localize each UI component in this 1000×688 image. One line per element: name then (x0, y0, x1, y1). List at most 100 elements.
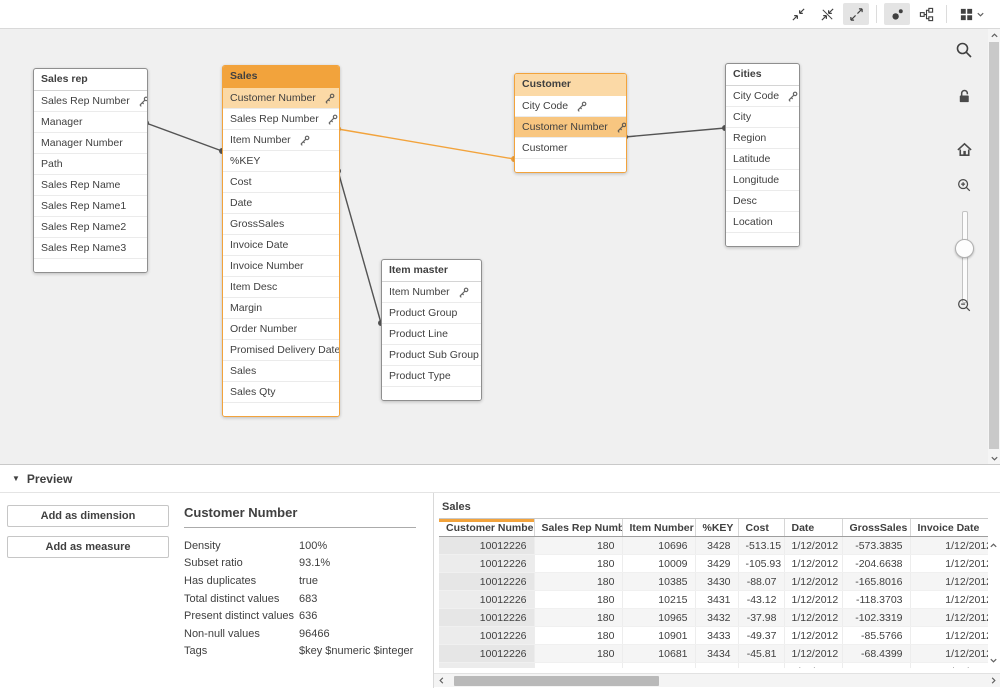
preview-title: Preview (27, 472, 72, 486)
association-line[interactable] (338, 129, 514, 159)
zoom-slider-thumb[interactable] (955, 239, 974, 258)
field-row-city[interactable]: City (726, 107, 799, 128)
table-cell: -68.4399 (842, 645, 910, 663)
field-row-invoice-number[interactable]: Invoice Number (223, 256, 339, 277)
field-row-sales-qty[interactable]: Sales Qty (223, 382, 339, 403)
table-scroll-right-icon[interactable] (987, 675, 999, 686)
field-row-customer-number[interactable]: Customer Number (515, 117, 626, 138)
table-cell: 10012226 (439, 645, 534, 663)
field-label: Sales Rep Name1 (41, 196, 126, 216)
table-header[interactable]: Customer (515, 74, 626, 96)
field-row-grosssales[interactable]: GrossSales (223, 214, 339, 235)
scroll-down-icon[interactable] (989, 452, 999, 464)
table-cities[interactable]: CitiesCity CodeCityRegionLatitudeLongitu… (725, 63, 800, 247)
collapse-all-button[interactable] (785, 3, 811, 25)
field-row-cost[interactable]: Cost (223, 172, 339, 193)
field-row-manager[interactable]: Manager (34, 112, 147, 133)
field-row-sales-rep-name[interactable]: Sales Rep Name (34, 175, 147, 196)
field-row-product-group[interactable]: Product Group (382, 303, 481, 324)
expand-all-button[interactable] (843, 3, 869, 25)
association-line[interactable] (338, 171, 381, 323)
table-header[interactable]: Sales rep (34, 69, 147, 91)
search-button[interactable] (948, 37, 980, 63)
unlock-button[interactable] (948, 83, 980, 109)
table-header[interactable]: Item master (382, 260, 481, 282)
field-row-product-type[interactable]: Product Type (382, 366, 481, 387)
field-details: Customer Number Density100%Subset ratio9… (176, 493, 433, 688)
field-row-city-code[interactable]: City Code (726, 86, 799, 107)
scroll-up-icon[interactable] (989, 29, 999, 41)
field-row-latitude[interactable]: Latitude (726, 149, 799, 170)
field-row-location[interactable]: Location (726, 212, 799, 233)
field-row-region[interactable]: Region (726, 128, 799, 149)
zoom-in-icon (956, 177, 972, 193)
field-row-sales-rep-name3[interactable]: Sales Rep Name3 (34, 238, 147, 259)
column-header-customer-number[interactable]: Customer Number (439, 519, 534, 537)
table-sales-rep[interactable]: Sales repSales Rep NumberManagerManager … (33, 68, 148, 273)
table-item-master[interactable]: Item masterItem NumberProduct GroupProdu… (381, 259, 482, 401)
table-horizontal-scrollbar[interactable] (434, 673, 1000, 687)
field-row-customer[interactable]: Customer (515, 138, 626, 159)
field-row-sales-rep-name1[interactable]: Sales Rep Name1 (34, 196, 147, 217)
association-line[interactable] (146, 123, 222, 151)
table-cell: 180 (534, 555, 622, 573)
table-customer[interactable]: CustomerCity CodeCustomer NumberCustomer (514, 73, 627, 173)
table-sales[interactable]: SalesCustomer NumberSales Rep NumberItem… (222, 65, 340, 417)
column-header-invoice-date[interactable]: Invoice Date (910, 519, 988, 537)
field-row-sales[interactable]: Sales (223, 361, 339, 382)
model-scrollbar-thumb[interactable] (989, 42, 999, 449)
association-line[interactable] (625, 128, 725, 137)
column-header--key[interactable]: %KEY (695, 519, 738, 537)
field-label: Longitude (733, 170, 779, 190)
column-header-cost[interactable]: Cost (738, 519, 784, 537)
table-cell: 10012226 (439, 663, 534, 669)
field-row-item-number[interactable]: Item Number (223, 130, 339, 151)
table-header[interactable]: Sales (223, 66, 339, 88)
field-row-city-code[interactable]: City Code (515, 96, 626, 117)
field-row-desc[interactable]: Desc (726, 191, 799, 212)
column-header-grosssales[interactable]: GrossSales (842, 519, 910, 537)
table-cell: -97.0939 (842, 663, 910, 669)
field-row-product-sub-group[interactable]: Product Sub Group (382, 345, 481, 366)
field-row-sales-rep-name2[interactable]: Sales Rep Name2 (34, 217, 147, 238)
field-row-sales-rep-number[interactable]: Sales Rep Number (34, 91, 147, 112)
field-label: Margin (230, 298, 262, 318)
field-label: Region (733, 128, 766, 148)
model-vertical-scrollbar[interactable] (988, 29, 1000, 464)
table-scroll-down-icon[interactable] (988, 655, 999, 666)
table-scroll-left-icon[interactable] (435, 675, 447, 686)
table-cell: 1/12/2012 (910, 537, 988, 555)
view-menu-button[interactable] (954, 3, 990, 25)
home-button[interactable] (948, 136, 980, 162)
field-row-path[interactable]: Path (34, 154, 147, 175)
field-row-order-number[interactable]: Order Number (223, 319, 339, 340)
add-as-measure-button[interactable]: Add as measure (7, 536, 169, 558)
collapse-unlinked-button[interactable] (814, 3, 840, 25)
field-row-margin[interactable]: Margin (223, 298, 339, 319)
field-row-manager-number[interactable]: Manager Number (34, 133, 147, 154)
add-as-dimension-button[interactable]: Add as dimension (7, 505, 169, 527)
table-scrollbar-thumb[interactable] (454, 676, 659, 686)
field-row-promised-delivery-date[interactable]: Promised Delivery Date (223, 340, 339, 361)
column-header-sales-rep-number[interactable]: Sales Rep Number (534, 519, 622, 537)
model-canvas[interactable]: Sales repSales Rep NumberManagerManager … (0, 29, 1000, 464)
auto-layout-button[interactable] (913, 3, 939, 25)
column-header-item-number[interactable]: Item Number (622, 519, 695, 537)
table-scroll-up-icon[interactable] (988, 540, 999, 551)
field-row-longitude[interactable]: Longitude (726, 170, 799, 191)
field-row-customer-number[interactable]: Customer Number (223, 88, 339, 109)
zoom-in-button[interactable] (948, 172, 980, 198)
table-header[interactable]: Cities (726, 64, 799, 86)
field-row-invoice-date[interactable]: Invoice Date (223, 235, 339, 256)
column-header-date[interactable]: Date (784, 519, 842, 537)
preview-toggle[interactable]: ▼ Preview (0, 464, 1000, 493)
zoom-out-button[interactable] (948, 292, 980, 318)
field-row-item-desc[interactable]: Item Desc (223, 277, 339, 298)
field-row--key[interactable]: %KEY (223, 151, 339, 172)
field-label: Product Group (389, 303, 457, 323)
field-row-date[interactable]: Date (223, 193, 339, 214)
field-row-sales-rep-number[interactable]: Sales Rep Number (223, 109, 339, 130)
field-row-item-number[interactable]: Item Number (382, 282, 481, 303)
internal-view-button[interactable] (884, 3, 910, 25)
field-row-product-line[interactable]: Product Line (382, 324, 481, 345)
